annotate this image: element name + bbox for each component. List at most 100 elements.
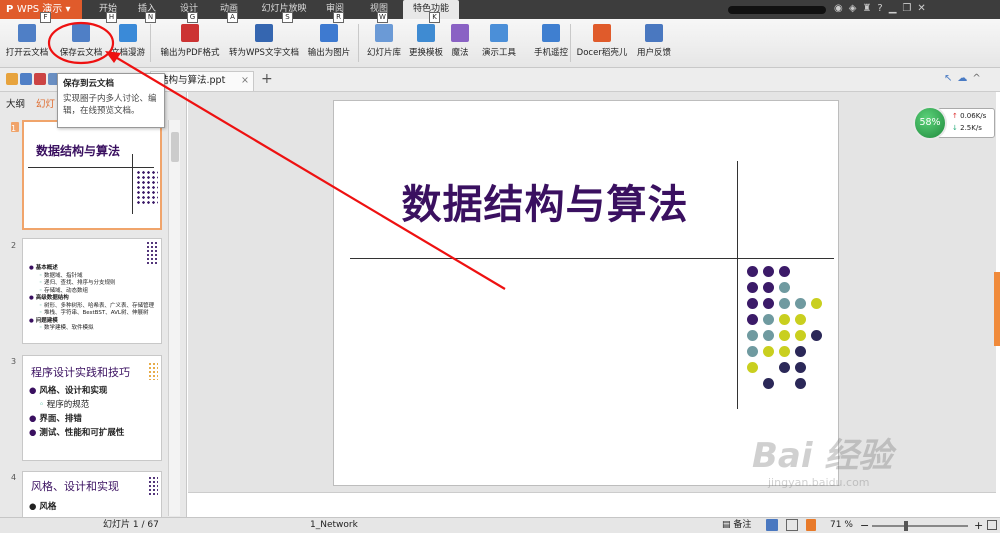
toolbar-right-icons: ↖☁^ (944, 73, 986, 84)
dot-navy (779, 362, 790, 373)
zoom-in-icon[interactable]: + (974, 518, 983, 533)
key-tip: W (377, 12, 388, 23)
notes-toggle[interactable]: ▤ 备注 (722, 518, 751, 533)
key-tip: K (429, 12, 440, 23)
collapse-ribbon-icon[interactable]: ^ (972, 73, 985, 84)
dot-teal (779, 282, 790, 293)
slide[interactable]: 数据结构与算法 (333, 100, 839, 486)
ribbon-button-9[interactable]: 魔法 (449, 22, 471, 66)
zoom-slider[interactable] (872, 521, 968, 531)
ribbon-button-3[interactable]: 文档漫游 (106, 22, 150, 66)
pane-scrollbar[interactable] (168, 120, 180, 516)
ribbon-button-6[interactable]: 输出为图片 (304, 22, 354, 66)
cloud-open-icon (18, 24, 36, 42)
save-icon[interactable] (20, 73, 32, 85)
slide-thumbnail-1[interactable]: 数据结构与算法 (22, 120, 162, 230)
help-icon[interactable]: ? (877, 3, 888, 14)
slide-thumbnail-2[interactable]: ● 基本概述 ◦ 数据域、指针域 ◦ 递归、查找、排序与分支规则 ◦ 存储域、动态数组… (22, 238, 162, 344)
dot-yellow (779, 330, 790, 341)
ribbon-button-2[interactable]: 保存云文档 (56, 22, 106, 66)
tooltip-body: 实现圈子内多人讨论、编辑，在线预览文档。 (63, 94, 157, 116)
right-edge-handle[interactable] (994, 272, 1000, 346)
zoom-level[interactable]: 71 % (830, 518, 853, 533)
document-tab[interactable]: 结构与算法.ppt × (150, 71, 254, 91)
thumb-line: ◦ 堆栈、字符串、BestBST、AVL树、伸展树 (39, 310, 149, 316)
settings-icon[interactable]: ◉ (834, 3, 849, 14)
thumb-dots (136, 170, 158, 206)
ribbon-button-13[interactable]: 用户反馈 (632, 22, 676, 66)
cloud-icon[interactable]: ☁ (957, 73, 972, 84)
slide-thumbnail-4[interactable]: 风格、设计和实现 ● 风格 (22, 471, 162, 517)
restore-icon[interactable]: ❐ (902, 3, 917, 14)
dot-teal (763, 330, 774, 341)
thumb-line: ● 高级数据结构 (29, 295, 69, 301)
pdf-icon (181, 24, 199, 42)
zoom-out-icon[interactable]: − (860, 518, 869, 533)
notes-area[interactable] (188, 492, 996, 517)
new-tab-icon[interactable]: + (261, 71, 273, 87)
dot-yellow (747, 362, 758, 373)
dot-yellow (811, 298, 822, 309)
ribbon-button-11[interactable]: 手机遥控 (528, 22, 574, 66)
template-icon (417, 24, 435, 42)
thumb-dots (148, 362, 158, 380)
pointer-icon[interactable]: ↖ (944, 73, 957, 84)
view-normal-icon[interactable] (766, 519, 778, 531)
dot-yellow (795, 330, 806, 341)
zoom-thumb[interactable] (904, 521, 908, 531)
slide-title[interactable]: 数据结构与算法 (390, 172, 700, 230)
ribbon-label: 魔法 (451, 48, 469, 58)
view-sorter-icon[interactable] (786, 519, 798, 531)
ribbon-button-12[interactable]: Docer稻壳儿 (574, 22, 630, 66)
ribbon-button-10[interactable]: 演示工具 (474, 22, 524, 66)
thumb-title: 程序设计实践和技巧 (31, 366, 130, 379)
dot-purple (763, 298, 774, 309)
close-icon[interactable]: ✕ (917, 3, 931, 14)
thumb-line: ◦ 数据域、指针域 (39, 272, 83, 279)
slide-thumbnail-3[interactable]: 程序设计实践和技巧 ● 风格、设计和实现 ◦ 程序的规范 ● 界面、排错 ● 测试、性… (22, 355, 162, 461)
ribbon-button-5[interactable]: 转为WPS文字文档 (226, 22, 302, 66)
minimize-icon[interactable]: ▁ (889, 3, 903, 14)
dot-yellow (779, 314, 790, 325)
dot-teal (795, 298, 806, 309)
network-speed-widget[interactable]: 58% ↑ 0.06K/s ↓ 2.5K/s (913, 106, 995, 140)
fit-window-icon[interactable] (987, 520, 997, 530)
watermark-url: jingyan.baidu.com (768, 476, 870, 489)
cloud-save-icon (72, 24, 90, 42)
ribbon-label: Docer稻壳儿 (576, 48, 628, 58)
dot-teal (747, 330, 758, 341)
download-icon: ↓ (952, 124, 958, 132)
thumb-title: 数据结构与算法 (36, 144, 121, 158)
key-tip: S (282, 12, 293, 23)
dot-teal (763, 314, 774, 325)
dot-purple (763, 282, 774, 293)
roaming-icon (119, 24, 137, 42)
pane-tab-slides[interactable]: 幻灯 (36, 96, 55, 110)
ribbon-button-8[interactable]: 更换模板 (406, 22, 446, 66)
ribbon-label: 打开云文档 (5, 48, 49, 58)
net-percent-badge: 58% (913, 106, 947, 140)
shirt-icon[interactable]: ♜ (862, 3, 877, 14)
dot-teal (779, 298, 790, 309)
notes-icon: ▤ (722, 520, 734, 530)
pane-tab-outline[interactable]: 大纲 (6, 96, 25, 110)
dot-navy (763, 378, 774, 389)
ribbon-button-4[interactable]: 输出为PDF格式 (156, 22, 224, 66)
open-icon[interactable] (6, 73, 18, 85)
title-bar: P WPS 演示 ▾ F 开始 H 插入 N 设计 G 动画 A 幻灯片放映 S 审阅 R 视图 W 特色功… (0, 0, 1000, 23)
view-reading-icon[interactable] (806, 519, 816, 531)
key-tip: A (227, 12, 238, 23)
ribbon-button-7[interactable]: 幻灯片库 (363, 22, 405, 66)
key-tip: G (187, 12, 198, 23)
print-icon[interactable] (34, 73, 46, 85)
thumb-line: ● 问题建模 (29, 317, 58, 324)
skin-icon[interactable]: ◈ (849, 3, 863, 14)
scroll-thumb[interactable] (171, 132, 179, 162)
ribbon-label: 转为WPS文字文档 (229, 48, 299, 58)
image-export-icon (320, 24, 338, 42)
tooltip: 保存到云文档 实现圈子内多人讨论、编辑，在线预览文档。 (57, 73, 165, 128)
wps-logo-icon: P (6, 4, 17, 15)
ribbon-button-1[interactable]: 打开云文档 (2, 22, 52, 66)
thumb-dots (148, 476, 158, 496)
tab-close-icon[interactable]: × (241, 72, 249, 90)
